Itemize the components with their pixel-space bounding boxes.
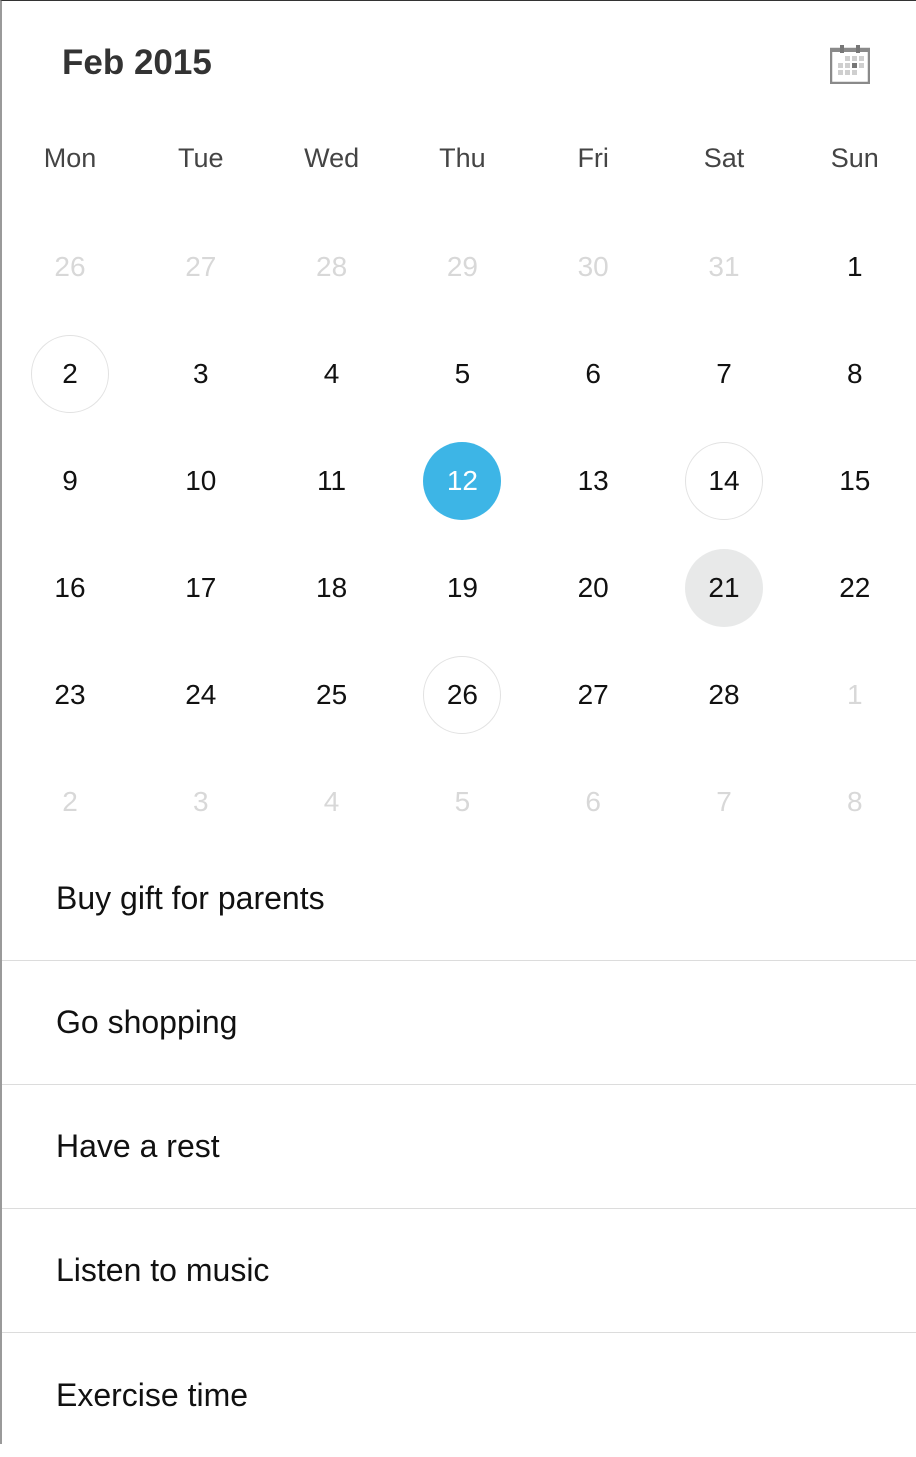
- weekday-fri: Fri: [577, 143, 609, 173]
- day-cell[interactable]: 26: [423, 656, 502, 734]
- day-cell[interactable]: 29: [423, 228, 501, 306]
- day-cell[interactable]: 24: [162, 656, 240, 734]
- event-item[interactable]: Go shopping: [2, 961, 916, 1085]
- day-cell[interactable]: 3: [162, 763, 240, 841]
- day-cell[interactable]: 27: [554, 656, 632, 734]
- day-cell[interactable]: 17: [162, 549, 240, 627]
- day-cell[interactable]: 6: [554, 763, 632, 841]
- day-cell[interactable]: 11: [293, 442, 371, 520]
- event-item[interactable]: Have a rest: [2, 1085, 916, 1209]
- day-cell[interactable]: 4: [293, 335, 371, 413]
- day-cell[interactable]: 1: [816, 656, 894, 734]
- day-cell[interactable]: 21: [685, 549, 763, 627]
- event-item[interactable]: Exercise time: [2, 1333, 916, 1457]
- day-cell[interactable]: 27: [162, 228, 240, 306]
- day-cell[interactable]: 28: [293, 228, 371, 306]
- weekday-sun: Sun: [830, 143, 879, 173]
- day-cell[interactable]: 7: [685, 335, 763, 413]
- day-cell[interactable]: 7: [685, 763, 763, 841]
- day-cell[interactable]: 4: [293, 763, 371, 841]
- weekday-header: Mon Tue Wed Thu Fri Sat Sun: [2, 143, 916, 183]
- day-cell[interactable]: 14: [685, 442, 763, 520]
- weekday-thu: Thu: [439, 143, 486, 173]
- weekday-mon: Mon: [43, 143, 97, 173]
- day-cell[interactable]: 16: [31, 549, 109, 627]
- weekday-sat: Sat: [703, 143, 745, 173]
- day-cell[interactable]: 31: [685, 228, 763, 306]
- day-cell[interactable]: 25: [293, 656, 371, 734]
- day-cell[interactable]: 26: [31, 228, 109, 306]
- day-cell[interactable]: 8: [816, 335, 894, 413]
- day-cell[interactable]: 5: [423, 763, 501, 841]
- day-cell[interactable]: 20: [554, 549, 632, 627]
- event-item[interactable]: Buy gift for parents: [2, 837, 916, 961]
- day-cell[interactable]: 2: [31, 335, 109, 413]
- day-cell[interactable]: 23: [31, 656, 109, 734]
- month-title: Feb 2015: [62, 43, 212, 82]
- event-list: Buy gift for parents Go shopping Have a re…: [2, 837, 916, 1457]
- day-cell[interactable]: 22: [816, 549, 894, 627]
- day-cell[interactable]: 19: [423, 549, 501, 627]
- calendar-icon[interactable]: [829, 44, 871, 85]
- weekday-tue: Tue: [178, 143, 224, 173]
- weekday-wed: Wed: [304, 143, 360, 173]
- day-cell-selected[interactable]: 12: [423, 442, 502, 520]
- day-cell[interactable]: 2: [31, 763, 109, 841]
- day-cell[interactable]: 3: [162, 335, 240, 413]
- day-cell[interactable]: 10: [162, 442, 240, 520]
- day-cell[interactable]: 30: [554, 228, 632, 306]
- day-cell[interactable]: 15: [816, 442, 894, 520]
- day-cell[interactable]: 1: [816, 228, 894, 306]
- event-item[interactable]: Listen to music: [2, 1209, 916, 1333]
- day-cell[interactable]: 13: [554, 442, 632, 520]
- day-cell[interactable]: 18: [293, 549, 371, 627]
- day-cell[interactable]: 6: [554, 335, 632, 413]
- day-cell[interactable]: 5: [423, 335, 501, 413]
- day-cell[interactable]: 8: [816, 763, 894, 841]
- day-cell[interactable]: 28: [685, 656, 763, 734]
- day-cell[interactable]: 9: [31, 442, 109, 520]
